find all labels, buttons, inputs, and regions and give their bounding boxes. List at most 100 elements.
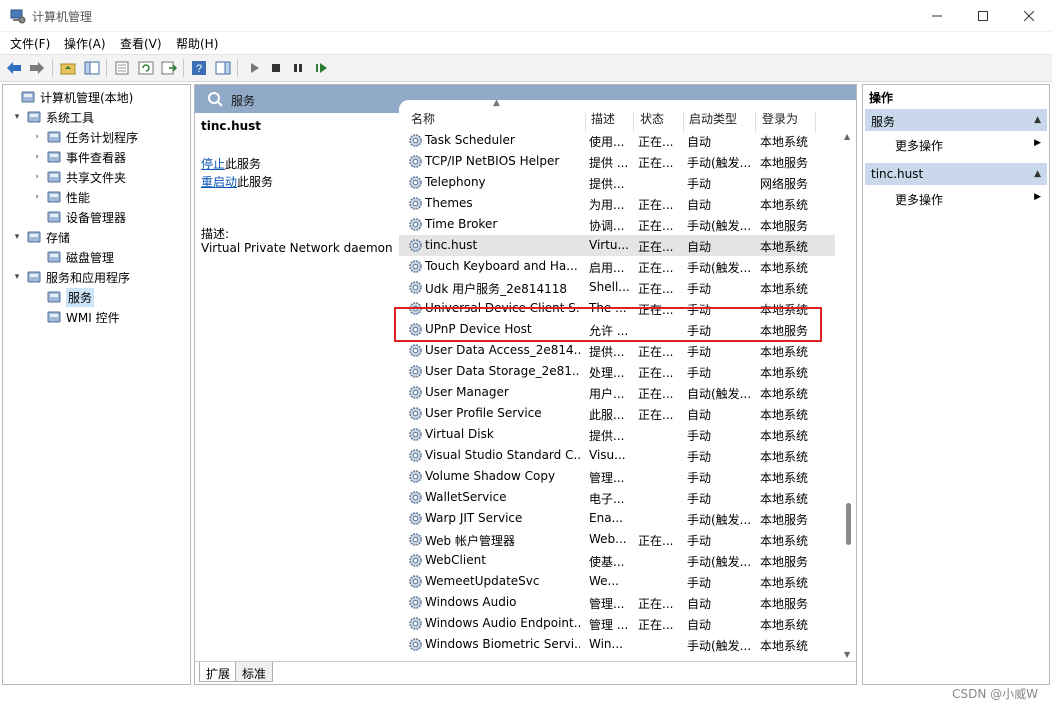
up-folder-button[interactable]	[58, 58, 78, 78]
tree-item[interactable]: 磁盘管理	[3, 247, 189, 267]
service-gear-icon	[409, 281, 422, 294]
actions-group-services[interactable]: 服务 ▲	[865, 109, 1047, 131]
stop-service-link[interactable]: 停止	[201, 157, 225, 171]
tree-item[interactable]: ▾ 服务和应用程序	[3, 267, 189, 287]
service-row[interactable]: Touch Keyboard and Ha... 启用... 正在... 手动(触发.…	[399, 256, 835, 277]
service-name: User Profile Service	[425, 406, 542, 420]
help-button[interactable]: ?	[189, 58, 209, 78]
tab-extended[interactable]: 扩展	[199, 662, 238, 682]
maximize-button[interactable]	[960, 0, 1006, 32]
service-description: Virtu...	[589, 238, 629, 252]
collapsed-chevron-icon[interactable]: ›	[31, 191, 43, 203]
service-startup-type: 手动	[687, 345, 712, 359]
collapsed-chevron-icon[interactable]: ›	[31, 151, 43, 163]
service-row[interactable]: Visual Studio Standard C... Visu... 手动 本地系统	[399, 445, 835, 466]
show-hide-tree-button[interactable]	[82, 58, 102, 78]
menu-action[interactable]: 操作(A)	[64, 35, 106, 52]
more-actions-services[interactable]: 更多操作 ▶	[865, 133, 1047, 155]
service-startup-type: 手动(触发...	[687, 261, 752, 275]
service-name: Time Broker	[425, 217, 498, 231]
service-row[interactable]: Web 帐户管理器 Web... 正在... 手动 本地系统	[399, 529, 835, 550]
service-row[interactable]: User Profile Service 此服... 正在... 自动 本地系统	[399, 403, 835, 424]
service-row[interactable]: Udk 用户服务_2e814118 Shell... 正在... 手动 本地系统	[399, 277, 835, 298]
service-row[interactable]: User Data Storage_2e81... 处理... 正在... 手动 本地系…	[399, 361, 835, 382]
computer-management-app-icon	[10, 9, 26, 24]
pause-service-button[interactable]	[288, 58, 308, 78]
scrollbar-thumb[interactable]	[846, 503, 851, 545]
tree-item[interactable]: › 任务计划程序	[3, 127, 189, 147]
menu-file[interactable]: 文件(F)	[10, 35, 50, 52]
service-row[interactable]: WalletService 电子... 手动 本地系统	[399, 487, 835, 508]
service-description: 提供...	[589, 177, 625, 191]
service-row[interactable]: Warp JIT Service Ena... 手动(触发... 本地服务	[399, 508, 835, 529]
show-hide-action-pane-button[interactable]	[213, 58, 233, 78]
service-name: Volume Shadow Copy	[425, 469, 556, 483]
window-title: 计算机管理	[32, 10, 93, 24]
more-actions-selected-service[interactable]: 更多操作 ▶	[865, 187, 1047, 209]
forward-button[interactable]	[27, 58, 47, 78]
tree-item[interactable]: ▾ 存储	[3, 227, 189, 247]
service-row[interactable]: Telephony 提供... 手动 网络服务	[399, 172, 835, 193]
service-row[interactable]: Virtual Disk 提供... 手动 本地系统	[399, 424, 835, 445]
collapsed-chevron-icon[interactable]: ›	[31, 171, 43, 183]
column-startup-type[interactable]: 启动类型	[689, 110, 737, 127]
service-row[interactable]: Themes 为用... 正在... 自动 本地系统	[399, 193, 835, 214]
service-row[interactable]: Windows Audio 管理... 正在... 自动 本地服务	[399, 592, 835, 613]
service-row[interactable]: WebClient 使基... 手动(触发... 本地服务	[399, 550, 835, 571]
service-name: Windows Audio Endpoint...	[425, 616, 580, 630]
tree-item[interactable]: WMI 控件	[3, 307, 189, 327]
service-log-on-as: 网络服务	[760, 177, 809, 191]
start-service-button[interactable]	[244, 58, 264, 78]
restart-service-button[interactable]	[311, 58, 331, 78]
menu-help[interactable]: 帮助(H)	[176, 35, 218, 52]
tree-item[interactable]: 服务	[3, 287, 189, 307]
tab-standard[interactable]: 标准	[235, 662, 274, 682]
tree-item[interactable]: › 共享文件夹	[3, 167, 189, 187]
scroll-up-icon[interactable]: ▲	[844, 132, 850, 141]
export-list-button[interactable]	[159, 58, 179, 78]
service-log-on-as: 本地服务	[760, 219, 809, 233]
service-row[interactable]: tinc.hust Virtu... 正在... 自动 本地系统	[399, 235, 835, 256]
expanded-chevron-icon[interactable]: ▾	[11, 231, 23, 243]
service-row[interactable]: Task Scheduler 使用... 正在... 自动 本地系统	[399, 130, 835, 151]
service-description: 提供 ...	[589, 156, 629, 170]
tree-item[interactable]: › 性能	[3, 187, 189, 207]
close-icon	[1024, 11, 1034, 21]
service-description: 提供...	[589, 345, 625, 359]
restart-service-link[interactable]: 重启动	[201, 175, 237, 189]
tree-item[interactable]: 计算机管理(本地)	[3, 87, 189, 107]
expanded-chevron-icon[interactable]: ▾	[11, 111, 23, 123]
service-row[interactable]: User Manager 用户... 正在... 自动(触发... 本地系统	[399, 382, 835, 403]
service-row[interactable]: Windows Biometric Servi... Win... 手动(触发...…	[399, 634, 835, 655]
minimize-button[interactable]	[914, 0, 960, 32]
service-row[interactable]: TCP/IP NetBIOS Helper 提供 ... 正在... 手动(触发...…	[399, 151, 835, 172]
close-button[interactable]	[1006, 0, 1052, 32]
back-button[interactable]	[4, 58, 24, 78]
actions-group-selected-service[interactable]: tinc.hust ▲	[865, 163, 1047, 185]
column-log-on-as[interactable]: 登录为	[762, 110, 798, 127]
tree-item[interactable]: 设备管理器	[3, 207, 189, 227]
service-description: 处理...	[589, 366, 625, 380]
tree-item[interactable]: ▾ 系统工具	[3, 107, 189, 127]
scroll-down-icon[interactable]: ▼	[844, 650, 850, 659]
stop-service-button[interactable]	[266, 58, 286, 78]
service-row[interactable]: Windows Audio Endpoint... 管理 ... 正在... 自动 本地…	[399, 613, 835, 634]
menu-view[interactable]: 查看(V)	[120, 35, 162, 52]
column-status[interactable]: 状态	[640, 110, 664, 127]
service-name: Udk 用户服务_2e814118	[425, 282, 567, 296]
refresh-button[interactable]	[136, 58, 156, 78]
service-row[interactable]: Volume Shadow Copy 管理... 手动 本地系统	[399, 466, 835, 487]
vertical-scrollbar[interactable]: ▲ ▼	[841, 130, 856, 661]
service-row[interactable]: WemeetUpdateSvc We... 手动 本地系统	[399, 571, 835, 592]
properties-button[interactable]	[112, 58, 132, 78]
expanded-chevron-icon[interactable]: ▾	[11, 271, 23, 283]
column-description[interactable]: 描述	[591, 110, 615, 127]
service-row[interactable]: User Data Access_2e814... 提供... 正在... 手动 本地系…	[399, 340, 835, 361]
collapsed-chevron-icon[interactable]: ›	[31, 131, 43, 143]
tree-item[interactable]: › 事件查看器	[3, 147, 189, 167]
column-name[interactable]: 名称	[411, 110, 435, 127]
device-manager-icon	[47, 211, 61, 223]
service-name: tinc.hust	[425, 238, 478, 252]
service-description: 管理...	[589, 597, 625, 611]
service-row[interactable]: Time Broker 协调... 正在... 手动(触发... 本地服务	[399, 214, 835, 235]
